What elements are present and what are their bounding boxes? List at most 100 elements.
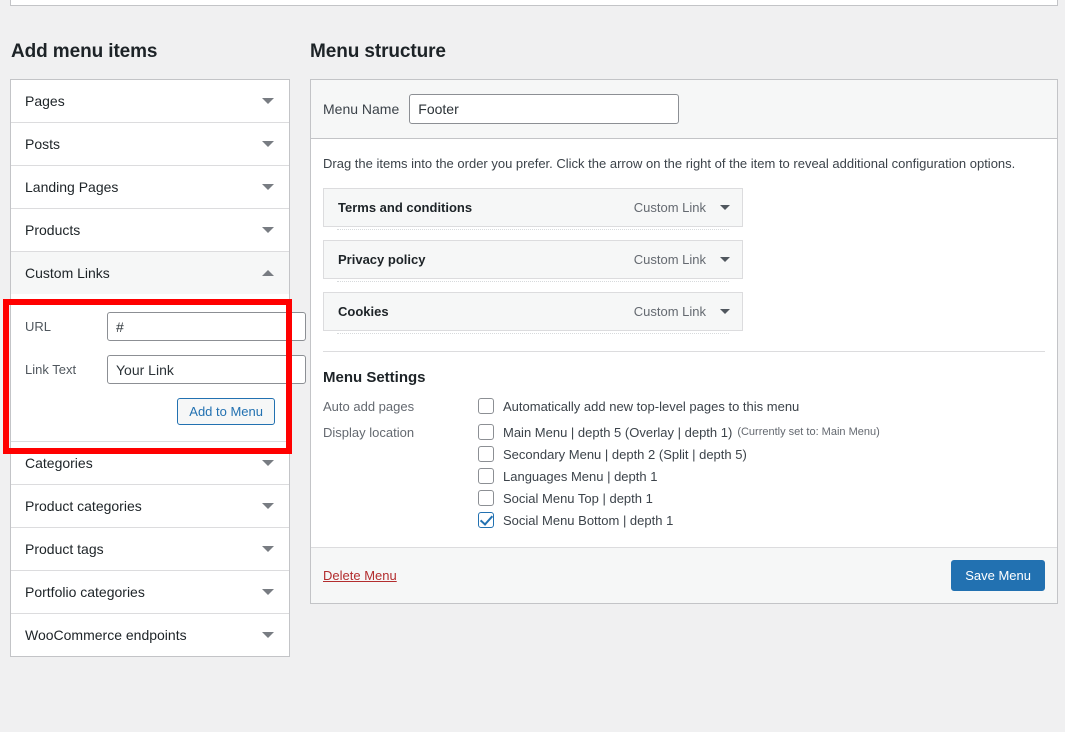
accordion-label-custom-links: Custom Links — [25, 265, 110, 281]
accordion-panel-portfolio-categories: Portfolio categories — [11, 571, 289, 614]
chevron-down-icon[interactable] — [261, 223, 275, 237]
accordion-panel-products: Products — [11, 209, 289, 252]
url-field-row: URL — [25, 312, 306, 341]
auto-add-pages-label: Auto add pages — [323, 399, 415, 414]
location-secondary-menu-checkbox[interactable] — [478, 446, 494, 462]
chevron-down-icon[interactable] — [261, 94, 275, 108]
chevron-down-icon[interactable] — [720, 202, 732, 214]
menu-name-label: Menu Name — [323, 101, 400, 117]
display-location-fields: Main Menu | depth 5 (Overlay | depth 1) … — [478, 424, 1045, 528]
link-text-input[interactable] — [107, 355, 306, 384]
accordion-label-products: Products — [25, 222, 81, 238]
display-location-row: Display location Main Menu | depth 5 (Ov… — [323, 424, 1045, 528]
menus-admin-page: Add menu items Pages Posts Landing Pages… — [0, 0, 1065, 732]
menu-item-title: Cookies — [338, 304, 389, 319]
link-text-field-row: Link Text — [25, 355, 306, 384]
menu-structure-footer: Delete Menu Save Menu — [311, 547, 1057, 603]
menu-item-wrap: Cookies Custom Link — [323, 292, 743, 334]
chevron-down-icon[interactable] — [261, 585, 275, 599]
location-languages-menu-checkbox[interactable] — [478, 468, 494, 484]
partial-panel-top-edge — [10, 0, 1058, 6]
accordion-label-portfolio-categories: Portfolio categories — [25, 584, 145, 600]
accordion-header-woocommerce-endpoints[interactable]: WooCommerce endpoints — [11, 614, 289, 656]
accordion-label-product-categories: Product categories — [25, 498, 142, 514]
location-social-menu-top-checkbox[interactable] — [478, 490, 494, 506]
auto-add-pages-checkbox-line[interactable]: Automatically add new top-level pages to… — [478, 398, 1045, 414]
menu-items-list: Terms and conditions Custom Link Privacy… — [323, 188, 743, 334]
accordion-panel-woocommerce-endpoints: WooCommerce endpoints — [11, 614, 289, 656]
menu-item-row[interactable]: Cookies Custom Link — [323, 292, 743, 331]
add-menu-items-heading: Add menu items — [11, 41, 158, 62]
accordion-header-product-categories[interactable]: Product categories — [11, 485, 289, 527]
accordion-label-landing-pages: Landing Pages — [25, 179, 119, 195]
menu-item-title: Terms and conditions — [338, 200, 473, 215]
auto-add-pages-checkbox[interactable] — [478, 398, 494, 414]
chevron-down-icon[interactable] — [261, 137, 275, 151]
chevron-down-icon[interactable] — [261, 628, 275, 642]
accordion-header-products[interactable]: Products — [11, 209, 289, 251]
menu-structure-panel: Menu Name Drag the items into the order … — [310, 79, 1058, 604]
accordion-label-posts: Posts — [25, 136, 61, 152]
menu-item-wrap: Privacy policy Custom Link — [323, 240, 743, 282]
menu-item-wrap: Terms and conditions Custom Link — [323, 188, 743, 230]
custom-links-actions: Add to Menu — [25, 398, 275, 425]
delete-menu-link[interactable]: Delete Menu — [323, 568, 397, 583]
accordion-header-portfolio-categories[interactable]: Portfolio categories — [11, 571, 289, 613]
chevron-down-icon[interactable] — [261, 180, 275, 194]
menu-structure-body: Drag the items into the order you prefer… — [311, 139, 1057, 528]
chevron-down-icon[interactable] — [261, 542, 275, 556]
accordion-header-landing-pages[interactable]: Landing Pages — [11, 166, 289, 208]
location-social-menu-top-line[interactable]: Social Menu Top | depth 1 — [478, 490, 1045, 506]
display-location-label: Display location — [323, 425, 415, 440]
menu-item-row[interactable]: Privacy policy Custom Link — [323, 240, 743, 279]
auto-add-pages-row: Auto add pages Automatically add new top… — [323, 398, 1045, 414]
location-main-menu-label: Main Menu | depth 5 (Overlay | depth 1) — [503, 424, 733, 440]
settings-divider — [323, 351, 1045, 352]
accordion-panel-product-categories: Product categories — [11, 485, 289, 528]
chevron-up-icon[interactable] — [261, 266, 275, 280]
accordion-header-custom-links[interactable]: Custom Links — [11, 252, 289, 294]
accordion-panel-posts: Posts — [11, 123, 289, 166]
accordion-header-categories[interactable]: Categories — [11, 442, 289, 484]
location-secondary-menu-line[interactable]: Secondary Menu | depth 2 (Split | depth … — [478, 446, 1045, 462]
menu-item-title: Privacy policy — [338, 252, 426, 267]
location-social-menu-bottom-label: Social Menu Bottom | depth 1 — [503, 512, 674, 528]
accordion-panel-product-tags: Product tags — [11, 528, 289, 571]
url-input[interactable] — [107, 312, 306, 341]
accordion-panel-custom-links: Custom Links URL Link Text Add to Menu — [11, 252, 306, 442]
custom-links-form: URL Link Text Add to Menu — [11, 294, 306, 441]
accordion-panel-landing-pages: Landing Pages — [11, 166, 289, 209]
menu-name-bar: Menu Name — [311, 80, 1057, 139]
location-main-menu-line[interactable]: Main Menu | depth 5 (Overlay | depth 1) … — [478, 424, 1045, 440]
auto-add-pages-fields: Automatically add new top-level pages to… — [478, 398, 1045, 414]
add-to-menu-button[interactable]: Add to Menu — [177, 398, 275, 425]
chevron-down-icon[interactable] — [720, 306, 732, 318]
accordion-panel-pages: Pages — [11, 80, 289, 123]
location-social-menu-bottom-checkbox[interactable] — [478, 512, 494, 528]
chevron-down-icon[interactable] — [720, 254, 732, 266]
location-secondary-menu-label: Secondary Menu | depth 2 (Split | depth … — [503, 446, 747, 462]
menu-item-row[interactable]: Terms and conditions Custom Link — [323, 188, 743, 227]
accordion-header-posts[interactable]: Posts — [11, 123, 289, 165]
accordion-header-pages[interactable]: Pages — [11, 80, 289, 122]
menu-item-type: Custom Link — [633, 304, 706, 319]
accordion-panel-categories: Categories — [11, 442, 289, 485]
menu-name-input[interactable] — [409, 94, 680, 124]
accordion-header-product-tags[interactable]: Product tags — [11, 528, 289, 570]
accordion-label-woocommerce-endpoints: WooCommerce endpoints — [25, 627, 187, 643]
add-menu-items-accordion: Pages Posts Landing Pages Products Custo… — [10, 79, 306, 657]
accordion-label-product-tags: Product tags — [25, 541, 104, 557]
location-main-menu-checkbox[interactable] — [478, 424, 494, 440]
link-text-label: Link Text — [25, 362, 77, 377]
chevron-down-icon[interactable] — [261, 456, 275, 470]
accordion-label-pages: Pages — [25, 93, 65, 109]
location-social-menu-top-label: Social Menu Top | depth 1 — [503, 490, 653, 506]
accordion-label-categories: Categories — [25, 455, 93, 471]
save-menu-button[interactable]: Save Menu — [951, 560, 1045, 591]
location-social-menu-bottom-line[interactable]: Social Menu Bottom | depth 1 — [478, 512, 1045, 528]
location-languages-menu-label: Languages Menu | depth 1 — [503, 468, 658, 484]
location-languages-menu-line[interactable]: Languages Menu | depth 1 — [478, 468, 1045, 484]
auto-add-pages-option-label: Automatically add new top-level pages to… — [503, 398, 800, 414]
menu-structure-heading: Menu structure — [310, 41, 446, 62]
chevron-down-icon[interactable] — [261, 499, 275, 513]
